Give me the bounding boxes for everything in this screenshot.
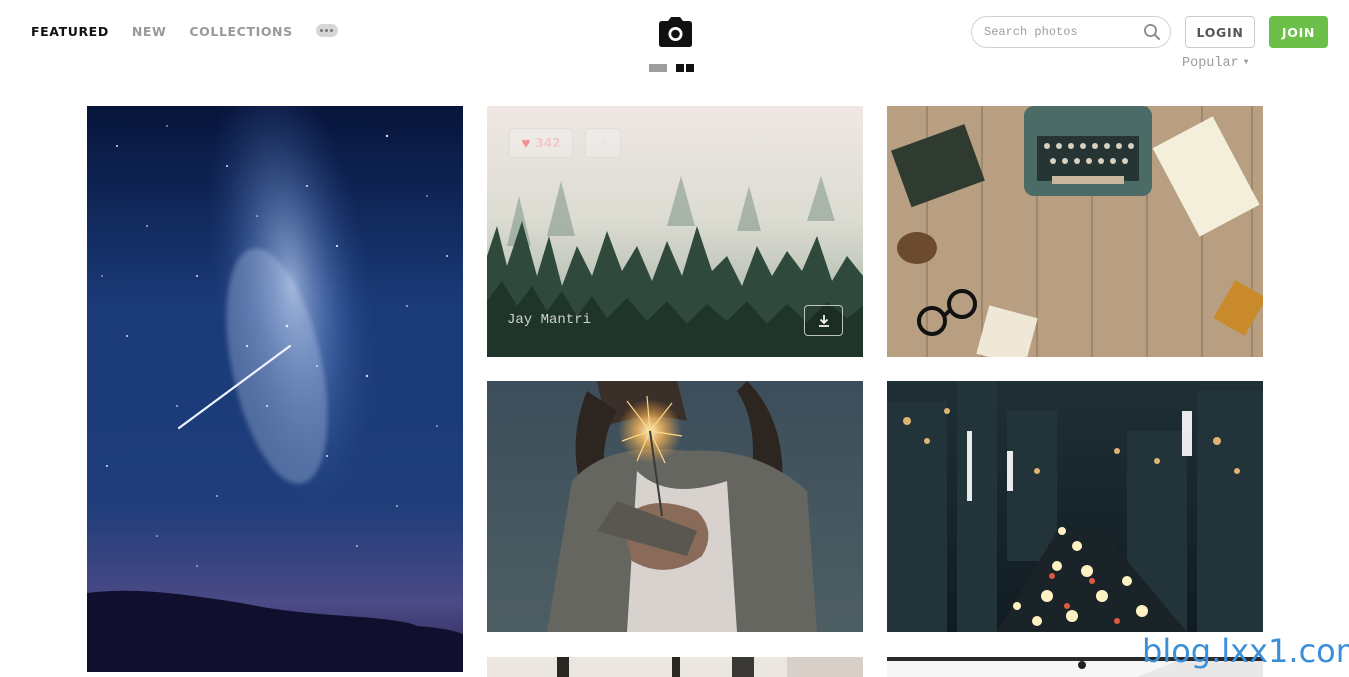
search-input[interactable]: [984, 23, 1139, 41]
photo-city-lights[interactable]: [887, 381, 1263, 632]
main-nav: FEATURED NEW COLLECTIONS: [31, 23, 338, 39]
photo-window[interactable]: [487, 657, 863, 677]
photo-typewriter-desk[interactable]: [887, 106, 1263, 357]
plus-icon[interactable]: +: [585, 128, 621, 158]
nav-featured[interactable]: FEATURED: [31, 24, 109, 39]
nav-new[interactable]: NEW: [132, 24, 167, 39]
photo-milky-way[interactable]: [87, 106, 463, 672]
ellipsis-icon[interactable]: [315, 23, 338, 37]
search-icon[interactable]: [1143, 23, 1161, 41]
list-view-icon[interactable]: [649, 64, 667, 72]
watermark-text: blog.lxx1.com: [1142, 632, 1349, 670]
camera-icon[interactable]: [659, 17, 692, 47]
photo-sparkler[interactable]: [487, 381, 863, 632]
join-button[interactable]: JOIN: [1269, 16, 1328, 48]
photo-misty-forest[interactable]: ♥ 342 + Jay Mantri: [487, 106, 863, 357]
search-box: [971, 16, 1171, 48]
heart-icon: ♥: [521, 134, 531, 152]
photo-author[interactable]: Jay Mantri: [507, 312, 591, 328]
sort-label: Popular: [1182, 56, 1239, 71]
like-count: 342: [535, 136, 561, 150]
grid-view-icon[interactable]: [676, 64, 694, 72]
nav-collections[interactable]: COLLECTIONS: [189, 24, 292, 39]
download-icon[interactable]: [804, 305, 843, 336]
view-toggle: [649, 64, 694, 72]
login-button[interactable]: LOGIN: [1185, 16, 1255, 48]
sort-dropdown[interactable]: Popular ▼: [1182, 56, 1249, 71]
like-button[interactable]: ♥ 342: [509, 128, 573, 158]
caret-down-icon: ▼: [1243, 58, 1249, 67]
